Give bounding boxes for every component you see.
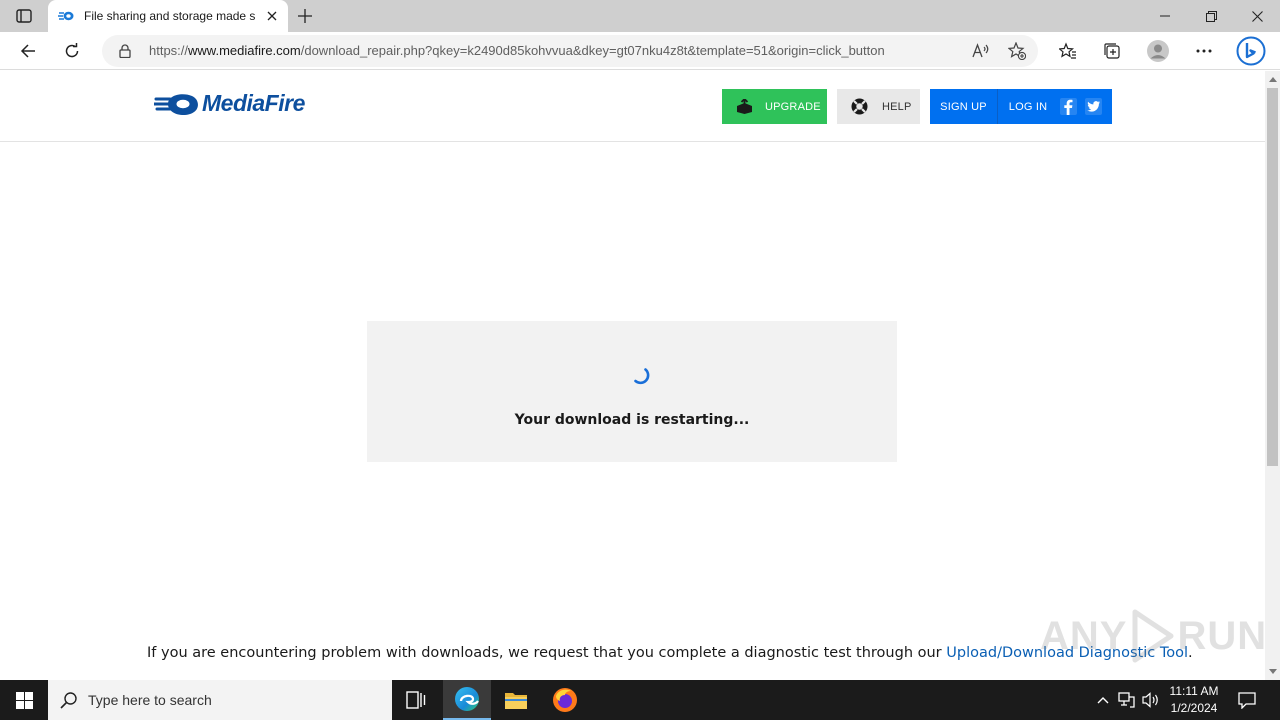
volume-button[interactable] xyxy=(1141,690,1161,710)
page-scrollbar[interactable] xyxy=(1265,71,1280,680)
tab-actions-icon xyxy=(16,9,32,23)
search-icon xyxy=(60,692,77,709)
sign-up-button[interactable]: SIGN UP xyxy=(930,89,998,124)
facebook-login-button[interactable] xyxy=(1060,98,1077,115)
chevron-up-icon xyxy=(1097,697,1109,704)
taskbar-edge-button[interactable] xyxy=(443,680,491,720)
restore-button[interactable] xyxy=(1188,0,1234,32)
read-aloud-icon xyxy=(972,43,989,58)
bing-icon xyxy=(1236,36,1266,66)
folder-icon xyxy=(505,693,527,709)
help-label: HELP xyxy=(882,100,912,113)
url-host: www.mediafire.com xyxy=(188,43,301,58)
favorites-icon xyxy=(1059,42,1076,59)
logo-text: MediaFire xyxy=(202,90,305,116)
windows-taskbar: Type here to search 11:11 AM 1/2/2024 xyxy=(0,680,1280,720)
url-prefix: https:// xyxy=(149,43,189,58)
mediafire-flame-icon xyxy=(154,93,198,115)
upgrade-button[interactable]: UPGRADE xyxy=(722,89,827,124)
back-button[interactable] xyxy=(12,35,44,67)
task-view-icon xyxy=(406,691,426,709)
upgrade-label: UPGRADE xyxy=(765,100,821,113)
more-horizontal-icon xyxy=(1196,49,1212,53)
scroll-down-arrow[interactable] xyxy=(1268,667,1277,676)
speaker-icon xyxy=(1142,692,1158,708)
tab-close-button[interactable] xyxy=(264,8,280,24)
search-placeholder: Type here to search xyxy=(88,692,212,708)
read-aloud-button[interactable] xyxy=(972,43,990,63)
windows-logo-icon xyxy=(15,691,33,709)
twitter-login-button[interactable] xyxy=(1085,98,1102,115)
window-close-button[interactable] xyxy=(1234,0,1280,32)
taskbar-firefox-button[interactable] xyxy=(541,680,589,720)
plus-icon xyxy=(298,9,312,23)
action-center-button[interactable] xyxy=(1237,690,1257,710)
taskbar-search-box[interactable]: Type here to search xyxy=(48,680,392,720)
twitter-icon xyxy=(1085,98,1102,115)
refresh-button[interactable] xyxy=(56,35,88,67)
close-icon xyxy=(1251,10,1263,22)
log-in-button[interactable]: LOG IN xyxy=(998,89,1058,124)
system-clock[interactable]: 11:11 AM 1/2/2024 xyxy=(1164,683,1224,717)
edge-browser-icon xyxy=(455,687,479,711)
diagnostic-text: If you are encountering problem with dow… xyxy=(147,645,947,661)
clock-time: 11:11 AM xyxy=(1169,684,1219,698)
upgrade-box-icon xyxy=(737,99,752,114)
firefox-icon xyxy=(553,688,577,712)
arrow-left-icon xyxy=(20,44,35,58)
close-icon xyxy=(267,11,277,21)
add-favorite-button[interactable] xyxy=(1007,41,1027,64)
notification-icon xyxy=(1238,691,1256,709)
watermark-left: ANY xyxy=(1040,613,1128,658)
favorites-button[interactable] xyxy=(1052,35,1084,67)
scroll-up-arrow[interactable] xyxy=(1268,75,1277,84)
diagnostic-notice: If you are encountering problem with dow… xyxy=(147,645,1193,661)
network-status-button[interactable] xyxy=(1117,690,1137,710)
profile-button[interactable] xyxy=(1142,35,1174,67)
tab-title: File sharing and storage made simple xyxy=(84,9,256,23)
watermark-right: RUN xyxy=(1177,613,1265,658)
lifebuoy-icon xyxy=(851,98,868,115)
collections-icon xyxy=(1104,43,1120,59)
play-triangle-icon xyxy=(1132,609,1174,663)
refresh-icon xyxy=(65,43,79,58)
clock-date: 1/2/2024 xyxy=(1170,701,1218,715)
site-header: MediaFire UPGRADE HELP SIGN UP LOG IN xyxy=(0,71,1265,142)
task-view-button[interactable] xyxy=(392,680,440,720)
loading-spinner-icon xyxy=(634,368,650,385)
download-restart-panel: Your download is restarting... xyxy=(367,321,897,462)
mediafire-favicon-icon xyxy=(58,11,74,21)
star-add-icon xyxy=(1007,41,1027,61)
new-tab-button[interactable] xyxy=(293,5,317,27)
url-text[interactable]: https://www.mediafire.com/download_repai… xyxy=(149,43,885,58)
scroll-thumb[interactable] xyxy=(1267,88,1278,466)
mediafire-logo[interactable]: MediaFire xyxy=(154,90,305,117)
web-page: MediaFire UPGRADE HELP SIGN UP LOG IN Yo… xyxy=(0,71,1265,680)
address-bar[interactable]: https://www.mediafire.com/download_repai… xyxy=(102,35,1038,67)
avatar-icon xyxy=(1147,40,1169,62)
lock-icon[interactable] xyxy=(119,44,131,58)
taskbar-file-explorer-button[interactable] xyxy=(492,680,540,720)
browser-tab-active[interactable]: File sharing and storage made simple xyxy=(48,0,288,32)
triangle-down-icon xyxy=(1268,669,1277,674)
show-hidden-icons-button[interactable] xyxy=(1093,690,1113,710)
network-icon xyxy=(1118,692,1135,708)
url-path: /download_repair.php?qkey=k2490d85kohvvu… xyxy=(300,43,885,58)
start-button[interactable] xyxy=(0,680,48,720)
collections-button[interactable] xyxy=(1096,35,1128,67)
tab-actions-button[interactable] xyxy=(8,5,40,27)
triangle-up-icon xyxy=(1268,77,1277,82)
settings-menu-button[interactable] xyxy=(1188,35,1220,67)
facebook-icon xyxy=(1060,98,1077,115)
bing-chat-button[interactable] xyxy=(1235,35,1267,67)
minimize-button[interactable] xyxy=(1142,0,1188,32)
restart-message: Your download is restarting... xyxy=(514,412,750,428)
auth-button-group: SIGN UP LOG IN xyxy=(930,89,1112,124)
minimize-icon xyxy=(1160,15,1170,17)
browser-tab-bar: File sharing and storage made simple xyxy=(0,0,1280,32)
restore-icon xyxy=(1205,10,1217,22)
help-button[interactable]: HELP xyxy=(837,89,920,124)
anyrun-watermark: ANY RUN xyxy=(1040,608,1265,664)
browser-toolbar: https://www.mediafire.com/download_repai… xyxy=(0,32,1280,70)
